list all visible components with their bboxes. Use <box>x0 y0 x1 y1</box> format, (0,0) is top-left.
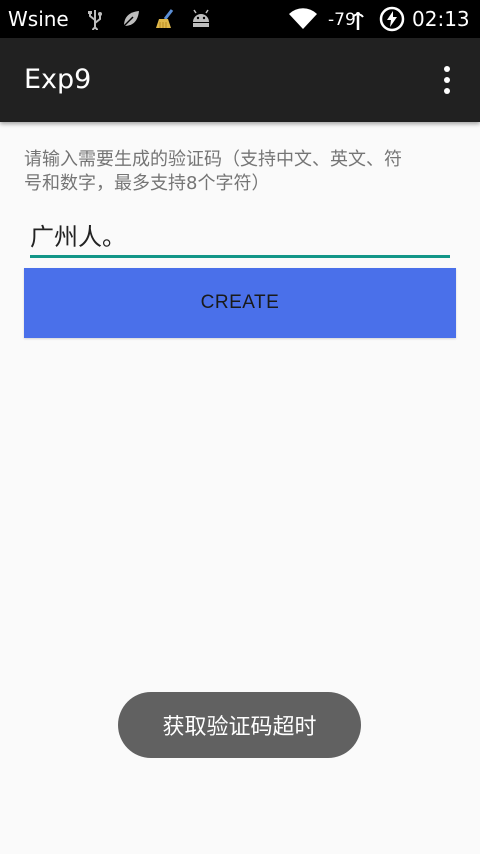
signal-icon <box>352 12 364 30</box>
leaf-icon <box>123 11 139 27</box>
app-title: Exp9 <box>24 64 92 95</box>
create-button[interactable]: CREATE <box>24 268 456 338</box>
android-icon <box>193 9 209 27</box>
captcha-text-input[interactable] <box>30 214 450 258</box>
power-saver-icon <box>379 6 405 32</box>
wifi-icon <box>289 8 317 29</box>
app-bar: Exp9 <box>0 38 480 122</box>
status-bar: Wsine -79 02:13 <box>0 0 480 38</box>
clock-time: 02:13 <box>412 7 470 31</box>
input-hint-label: 请输入需要生成的验证码（支持中文、英文、符号和数字，最多支持8个字符） <box>24 149 402 194</box>
more-vert-icon[interactable] <box>436 62 458 98</box>
usb-icon <box>88 10 102 30</box>
toast-message: 获取验证码超时 <box>118 692 361 758</box>
carrier-name: Wsine <box>8 7 69 31</box>
broom-cleaner-icon <box>156 9 174 28</box>
